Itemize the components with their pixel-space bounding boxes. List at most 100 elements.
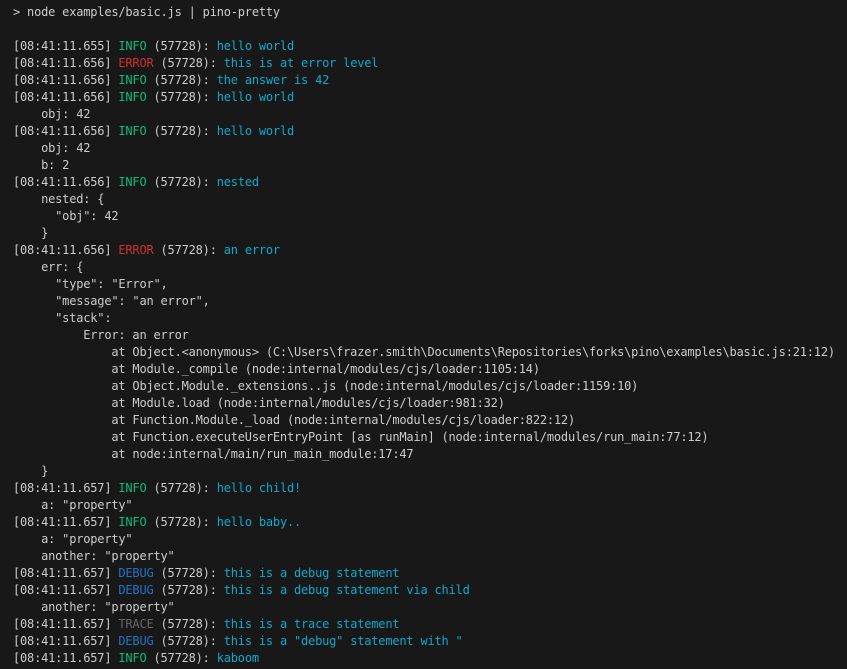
text-segment-cyan: hello baby.. (217, 515, 301, 529)
terminal-line: [08:41:11.656] INFO (57728): hello world (13, 89, 847, 106)
text-segment-green: INFO (118, 73, 146, 87)
text-segment-default: "type": "Error", (13, 277, 168, 291)
text-segment-green: INFO (118, 651, 146, 665)
text-segment-default: (57728): (146, 481, 216, 495)
text-segment-default: [08:41:11.657] (13, 651, 118, 665)
terminal-line: nested: { (13, 191, 847, 208)
terminal-line: a: "property" (13, 531, 847, 548)
text-segment-default: at Module.load (node:internal/modules/cj… (13, 396, 505, 410)
text-segment-default: "obj": 42 (13, 209, 118, 223)
text-segment-green: INFO (118, 175, 146, 189)
terminal-line: [08:41:11.657] INFO (57728): hello baby.… (13, 514, 847, 531)
text-segment-green: INFO (118, 515, 146, 529)
terminal-line: obj: 42 (13, 140, 847, 157)
terminal-line: at Function.executeUserEntryPoint [as ru… (13, 429, 847, 446)
text-segment-default: [08:41:11.657] (13, 617, 118, 631)
terminal-line: err: { (13, 259, 847, 276)
text-segment-cyan: an error (224, 243, 280, 257)
text-segment-cyan: hello world (217, 124, 294, 138)
terminal-line: [08:41:11.655] INFO (57728): hello world (13, 38, 847, 55)
text-segment-default: [08:41:11.656] (13, 73, 118, 87)
text-segment-default: "stack": (13, 311, 111, 325)
text-segment-default: (57728): (154, 634, 224, 648)
text-segment-default: [08:41:11.655] (13, 39, 118, 53)
text-segment-cyan: this is a trace statement (224, 617, 400, 631)
terminal-line: [08:41:11.656] ERROR (57728): an error (13, 242, 847, 259)
text-segment-default: obj: 42 (13, 107, 90, 121)
text-segment-red: ERROR (118, 243, 153, 257)
text-segment-green: INFO (118, 90, 146, 104)
terminal-line (13, 21, 847, 38)
terminal-line: [08:41:11.657] DEBUG (57728): this is a … (13, 582, 847, 599)
terminal-line: at Function.Module._load (node:internal/… (13, 412, 847, 429)
terminal-line: "stack": (13, 310, 847, 327)
terminal-line: Error: an error (13, 327, 847, 344)
text-segment-red: ERROR (118, 56, 153, 70)
text-segment-default: b: 2 (13, 158, 69, 172)
text-segment-default: obj: 42 (13, 141, 90, 155)
terminal-line: at node:internal/main/run_main_module:17… (13, 446, 847, 463)
text-segment-default: [08:41:11.657] (13, 634, 118, 648)
terminal-line: "obj": 42 (13, 208, 847, 225)
terminal-line: at Object.<anonymous> (C:\Users\frazer.s… (13, 344, 847, 361)
text-segment-default: at node:internal/main/run_main_module:17… (13, 447, 413, 461)
text-segment-default: at Object.<anonymous> (C:\Users\frazer.s… (13, 345, 835, 359)
terminal-line: another: "property" (13, 599, 847, 616)
text-segment-default: Error: an error (13, 328, 189, 342)
text-segment-default: [08:41:11.656] (13, 175, 118, 189)
terminal-line: at Module._compile (node:internal/module… (13, 361, 847, 378)
text-segment-default: at Function.executeUserEntryPoint [as ru… (13, 430, 708, 444)
text-segment-cyan: nested (217, 175, 259, 189)
text-segment-green: INFO (118, 481, 146, 495)
text-segment-cyan: this is a debug statement (224, 566, 400, 580)
text-segment-default: (57728): (146, 515, 216, 529)
text-segment-default: (57728): (154, 243, 224, 257)
terminal-line: > node examples/basic.js | pino-pretty (13, 4, 847, 21)
terminal-line: obj: 42 (13, 106, 847, 123)
terminal-line: [08:41:11.657] INFO (57728): kaboom (13, 650, 847, 667)
text-segment-default: (57728): (154, 583, 224, 597)
terminal-line: "message": "an error", (13, 293, 847, 310)
text-segment-green: INFO (118, 39, 146, 53)
terminal-line: [08:41:11.657] DEBUG (57728): this is a … (13, 565, 847, 582)
text-segment-default: (57728): (154, 566, 224, 580)
text-segment-default: another: "property" (13, 549, 175, 563)
text-segment-default: (57728): (146, 651, 216, 665)
terminal-line: [08:41:11.657] INFO (57728): hello child… (13, 480, 847, 497)
text-segment-default: [08:41:11.657] (13, 583, 118, 597)
terminal-line: [08:41:11.656] INFO (57728): the answer … (13, 72, 847, 89)
text-segment-default: (57728): (146, 90, 216, 104)
text-segment-cyan: this is at error level (224, 56, 379, 70)
text-segment-default: a: "property" (13, 532, 132, 546)
text-segment-default: (57728): (154, 617, 224, 631)
text-segment-default: [08:41:11.656] (13, 90, 118, 104)
terminal-output[interactable]: > node examples/basic.js | pino-pretty [0… (0, 0, 847, 669)
text-segment-green: INFO (118, 124, 146, 138)
text-segment-default: at Object.Module._extensions..js (node:i… (13, 379, 638, 393)
terminal-line: at Module.load (node:internal/modules/cj… (13, 395, 847, 412)
text-segment-cyan: the answer is 42 (217, 73, 329, 87)
terminal-line: [08:41:11.657] TRACE (57728): this is a … (13, 616, 847, 633)
text-segment-cyan: hello world (217, 90, 294, 104)
text-segment-default: } (13, 226, 48, 240)
text-segment-cyan: this is a debug statement via child (224, 583, 470, 597)
text-segment-default: (57728): (146, 39, 216, 53)
text-segment-default: [08:41:11.657] (13, 566, 118, 580)
text-segment-default: (57728): (146, 124, 216, 138)
text-segment-default: } (13, 464, 48, 478)
text-segment-default: (57728): (146, 73, 216, 87)
text-segment-default: [08:41:11.656] (13, 56, 118, 70)
text-segment-grey: TRACE (118, 617, 153, 631)
text-segment-default: nested: { (13, 192, 104, 206)
text-segment-default: [08:41:11.657] (13, 481, 118, 495)
terminal-line: [08:41:11.656] INFO (57728): hello world (13, 123, 847, 140)
text-segment-cyan: hello child! (217, 481, 301, 495)
text-segment-default: "message": "an error", (13, 294, 210, 308)
terminal-line: at Object.Module._extensions..js (node:i… (13, 378, 847, 395)
text-segment-default: (57728): (146, 175, 216, 189)
text-segment-cyan: hello world (217, 39, 294, 53)
text-segment-default: [08:41:11.656] (13, 243, 118, 257)
text-segment-default: err: { (13, 260, 83, 274)
terminal-line: a: "property" (13, 497, 847, 514)
text-segment-cyan: this is a "debug" statement with " (224, 634, 463, 648)
